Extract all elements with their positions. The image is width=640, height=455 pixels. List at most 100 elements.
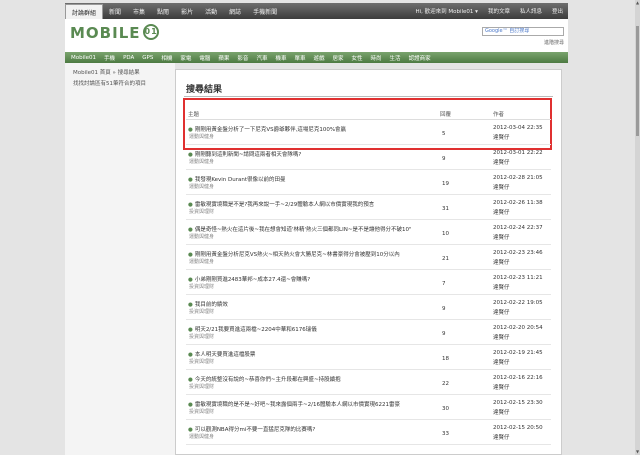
category-item[interactable]: 居家 bbox=[329, 54, 348, 62]
table-row: ● 今天的統整沒有說的~恭喜你們~主升段都在興盛~持股續抱 投資與理財 22 2012-… bbox=[186, 370, 551, 395]
forum-section-link[interactable]: 運動與健身 bbox=[189, 258, 214, 265]
forum-section-link[interactable]: 投資與理財 bbox=[189, 333, 214, 340]
table-row: ● 剛剛聽到這則新聞~請問這兩者相天會隊嗎? 運動與健身 9 2012-03-01 22… bbox=[186, 145, 551, 170]
topic-link[interactable]: ● 剛剛用黃金盤分析尼克VS熱火~相天熱火會大勝尼克~林書豪得分會被壓到10分以內 bbox=[188, 250, 400, 258]
topic-link[interactable]: ● 雷敏現實境職是不是?我再來說一手~2/29體驗本人網以市價實現我的預言 bbox=[188, 200, 374, 208]
top-nav-item[interactable]: 影片 bbox=[175, 3, 199, 19]
post-date: 2012-02-16 22:16 bbox=[493, 375, 543, 381]
top-nav-item[interactable]: 手機新聞 bbox=[247, 3, 283, 19]
category-item[interactable]: 電腦 bbox=[195, 54, 214, 62]
topic-link[interactable]: ● 剛剛用黃金盤分析了一下尼克VS爵爺夥伴,這場尼克100%會贏 bbox=[188, 125, 346, 133]
category-item[interactable]: 機車 bbox=[271, 54, 290, 62]
table-row: ● 本人明天要買進這檔股票 投資與理財 18 2012-02-19 21:45 達賢仔 bbox=[186, 345, 551, 370]
author-link[interactable]: 達賢仔 bbox=[493, 133, 510, 141]
sidebar: Mobile01 首頁 » 搜尋結果 找找討論區有51筆符合的項目 bbox=[65, 63, 175, 455]
author-link[interactable]: 達賢仔 bbox=[493, 358, 510, 366]
site-logo[interactable]: MOBILE 01 bbox=[70, 23, 159, 42]
user-menu-item[interactable]: 登出 bbox=[547, 3, 568, 19]
category-item[interactable]: 影音 bbox=[233, 54, 252, 62]
author-link[interactable]: 達賢仔 bbox=[493, 208, 510, 216]
author-link[interactable]: 達賢仔 bbox=[493, 158, 510, 166]
category-item[interactable]: 汽車 bbox=[252, 54, 271, 62]
forum-section-link[interactable]: 投資與理財 bbox=[189, 308, 214, 315]
logo-mark: 01 bbox=[142, 23, 159, 40]
row-divider bbox=[186, 444, 551, 445]
top-nav-item[interactable]: 討論群組 bbox=[65, 4, 104, 20]
scroll-down-icon[interactable]: ▼ bbox=[635, 449, 640, 455]
category-item[interactable]: 單車 bbox=[290, 54, 309, 62]
top-nav-item[interactable]: 新聞 bbox=[103, 3, 127, 19]
top-nav-item[interactable]: 點閱 bbox=[151, 3, 175, 19]
post-date: 2012-02-15 20:50 bbox=[493, 425, 543, 431]
search-input[interactable]: Google™ 自訂搜尋 bbox=[482, 27, 564, 36]
forum-section-link[interactable]: 運動與健身 bbox=[189, 433, 214, 440]
scroll-thumb[interactable] bbox=[636, 26, 639, 136]
advanced-search-link[interactable]: 進階搜尋 bbox=[544, 39, 564, 46]
author-link[interactable]: 達賢仔 bbox=[493, 183, 510, 191]
forum-section-link[interactable]: 運動與健身 bbox=[189, 158, 214, 165]
forum-section-link[interactable]: 投資與理財 bbox=[189, 408, 214, 415]
forum-section-link[interactable]: 投資與理財 bbox=[189, 208, 214, 215]
forum-section-link[interactable]: 運動與健身 bbox=[189, 183, 214, 190]
topic-link[interactable]: ● 今天的統整沒有說的~恭喜你們~主升段都在興盛~持股續抱 bbox=[188, 375, 341, 383]
title-divider bbox=[184, 96, 553, 97]
category-item[interactable]: 認證商家 bbox=[405, 54, 435, 62]
column-subject: 主題 bbox=[188, 112, 200, 118]
category-item[interactable]: 家電 bbox=[176, 54, 195, 62]
author-link[interactable]: 達賢仔 bbox=[493, 383, 510, 391]
scroll-up-icon[interactable]: ▲ bbox=[635, 0, 640, 6]
topic-title: 今天的統整沒有說的~恭喜你們~主升段都在興盛~持股續抱 bbox=[194, 377, 341, 383]
topic-link[interactable]: ● 本人明天要買進這檔股票 bbox=[188, 350, 255, 358]
topic-link[interactable]: ● 偶是奇怪~熱火在這片後~我在想會知道'林精'熱火三個都同LIN~是不是讓他得分… bbox=[188, 225, 412, 233]
post-date: 2012-02-23 23:46 bbox=[493, 250, 543, 256]
category-item[interactable]: 時尚 bbox=[367, 54, 386, 62]
top-nav-item[interactable]: 網誌 bbox=[223, 3, 247, 19]
site-header: MOBILE 01 Google™ 自訂搜尋 進階搜尋 bbox=[65, 19, 568, 52]
post-date: 2012-02-28 21:05 bbox=[493, 175, 543, 181]
category-item[interactable]: 女性 bbox=[348, 54, 367, 62]
user-menu-item[interactable]: 我的文章 bbox=[483, 3, 515, 19]
user-menu-item[interactable]: 私人訊息 bbox=[515, 3, 547, 19]
category-item[interactable]: 相機 bbox=[157, 54, 176, 62]
user-menu-item[interactable]: Hi, 歡迎來到 Mobile01 ▾ bbox=[410, 3, 482, 19]
topic-link[interactable]: ● 可以觀測NBA得分mi不要一直猛尼克隊的比賽嗎? bbox=[188, 425, 315, 433]
author-link[interactable]: 達賢仔 bbox=[493, 233, 510, 241]
category-item[interactable]: 手機 bbox=[100, 54, 119, 62]
forum-section-link[interactable]: 投資與理財 bbox=[189, 358, 214, 365]
category-item[interactable]: Mobile01 bbox=[67, 55, 100, 61]
topic-link[interactable]: ● 剛剛聽到這則新聞~請問這兩者相天會隊嗎? bbox=[188, 150, 301, 158]
author-link[interactable]: 達賢仔 bbox=[493, 433, 510, 441]
author-link[interactable]: 達賢仔 bbox=[493, 258, 510, 266]
topic-link[interactable]: ● 明天2/21我要買進這兩檔~2204中華和6176瑞儀 bbox=[188, 325, 317, 333]
post-date: 2012-03-01 22:22 bbox=[493, 150, 543, 156]
table-row: ● 明天2/21我要買進這兩檔~2204中華和6176瑞儀 投資與理財 9 2012-0… bbox=[186, 320, 551, 345]
author-link[interactable]: 達賢仔 bbox=[493, 308, 510, 316]
forum-section-link[interactable]: 運動與健身 bbox=[189, 133, 214, 140]
author-link[interactable]: 達賢仔 bbox=[493, 408, 510, 416]
reply-count: 10 bbox=[442, 231, 449, 237]
author-link[interactable]: 達賢仔 bbox=[493, 283, 510, 291]
category-bar: Mobile01 手機 PDA GPS 相機 家電 電腦 蘋果 影音 汽車 機車 單車 遊戲 居家 女性 時尚… bbox=[65, 52, 568, 63]
forum-section-link[interactable]: 投資與理財 bbox=[189, 383, 214, 390]
top-nav-item[interactable]: 活動 bbox=[199, 3, 223, 19]
forum-section-link[interactable]: 運動與健身 bbox=[189, 233, 214, 240]
topic-link[interactable]: ● 雷敏現實境職的是不是~好吧~我來露個兩手~2/16體驗本人網以市價實現6221… bbox=[188, 400, 400, 408]
scrollbar[interactable]: ▲ ▼ bbox=[635, 0, 640, 455]
category-item[interactable]: GPS bbox=[138, 55, 157, 61]
breadcrumb[interactable]: Mobile01 首頁 » 搜尋結果 bbox=[73, 68, 167, 76]
top-navigation-bar: 討論群組 新聞 市集 點閱 影片 活動 網誌 手機新聞 Hi, 歡迎來到 Mobile01 ▾… bbox=[65, 3, 568, 20]
category-item[interactable]: 遊戲 bbox=[309, 54, 328, 62]
search-results-panel: 搜尋結果 主題 回覆 作者 ● 剛剛用黃金盤分析了一下尼克VS爵爺夥伴,這場尼克1… bbox=[175, 69, 562, 455]
category-item[interactable]: 生活 bbox=[386, 54, 405, 62]
topic-link[interactable]: ● 我發現Kevin Durant很像以前的田曼 bbox=[188, 175, 286, 183]
table-row: ● 小弟剛剛買進2483華邦~成本27.4還~會賺嗎? 投資與理財 7 2012-02-… bbox=[186, 270, 551, 295]
topic-link[interactable]: ● 小弟剛剛買進2483華邦~成本27.4還~會賺嗎? bbox=[188, 275, 310, 283]
category-item[interactable]: 蘋果 bbox=[214, 54, 233, 62]
forum-section-link[interactable]: 投資與理財 bbox=[189, 283, 214, 290]
author-link[interactable]: 達賢仔 bbox=[493, 333, 510, 341]
column-replies: 回覆 bbox=[440, 112, 452, 118]
table-row: ● 剛剛用黃金盤分析尼克VS熱火~相天熱火會大勝尼克~林書豪得分會被壓到10分以內… bbox=[186, 245, 551, 270]
category-item[interactable]: PDA bbox=[119, 55, 138, 61]
top-nav-item[interactable]: 市集 bbox=[127, 3, 151, 19]
topic-link[interactable]: ● 我目前的績效 bbox=[188, 300, 228, 308]
